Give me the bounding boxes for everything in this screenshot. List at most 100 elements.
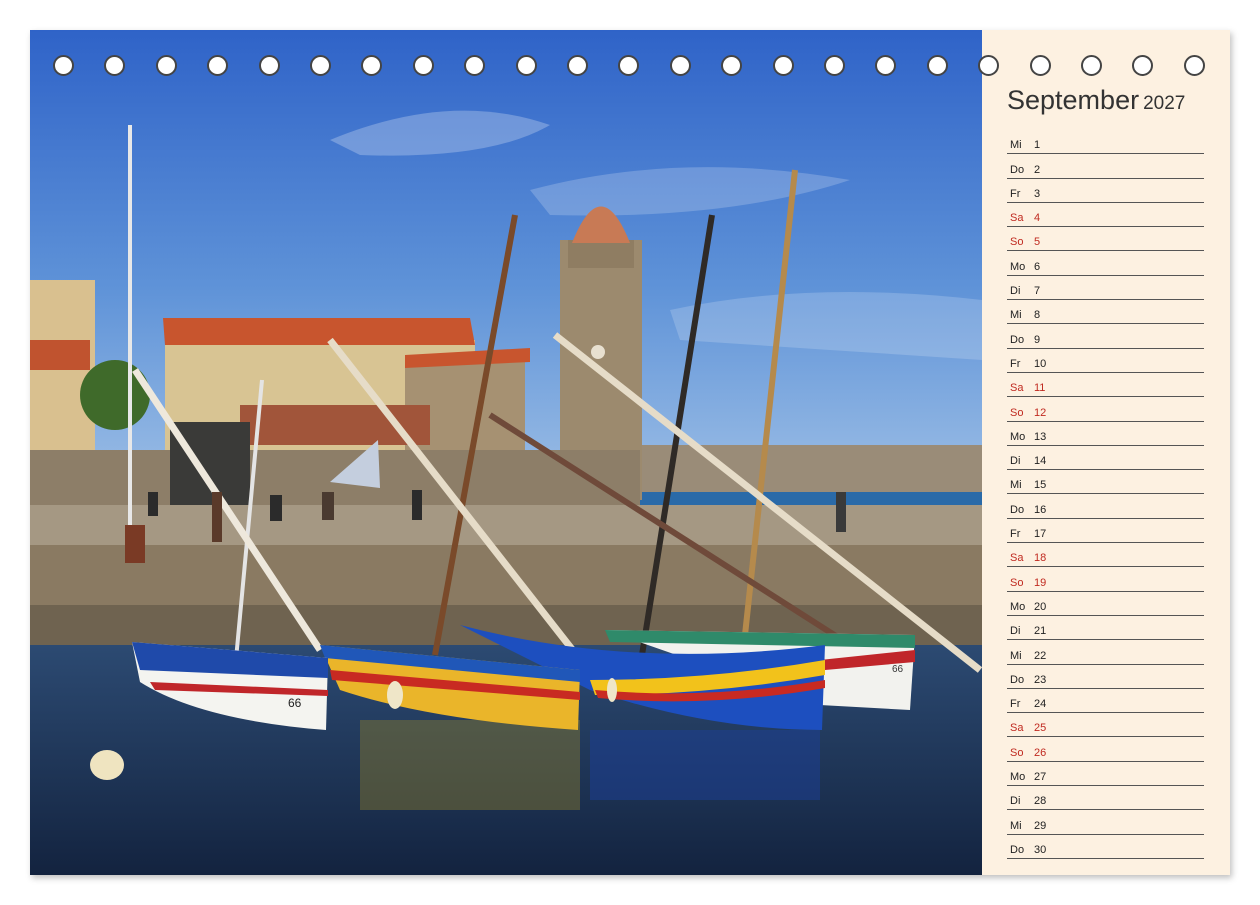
day-number: 9 (1034, 333, 1041, 346)
weekday-label: Mo (1010, 260, 1026, 273)
day-number: 29 (1034, 819, 1047, 832)
day-number: 26 (1034, 746, 1047, 759)
person (270, 495, 282, 521)
day-number: 13 (1034, 430, 1047, 443)
boat-number-white: 66 (288, 696, 302, 710)
weekday-label: Do (1010, 503, 1025, 516)
calendar-panel: September 2027 Mi 1 Do 2 Fr 3 Sa 4 So 5 Mo 6 Di 7 Mi 8 Do… (982, 30, 1230, 875)
day-number: 6 (1034, 260, 1041, 273)
day-row: Mi 1 (1007, 130, 1204, 155)
calendar-sheet: 66 66 September 2027 Mi 1 Do 2 Fr 3 Sa 4 So 5 Mo 6 Di… (30, 30, 1230, 875)
person (836, 492, 846, 532)
weekday-label: Do (1010, 163, 1025, 176)
day-number: 28 (1034, 795, 1047, 808)
weekday-label: Sa (1010, 722, 1024, 735)
weekday-label: Di (1010, 455, 1021, 468)
day-number: 22 (1034, 649, 1047, 662)
day-row: So 26 (1007, 737, 1204, 762)
day-row: Di 28 (1007, 786, 1204, 811)
day-row: Sa 25 (1007, 713, 1204, 738)
month-title: September 2027 (1007, 85, 1185, 116)
buoy (90, 750, 124, 780)
harbor-illustration: 66 66 (30, 30, 982, 875)
weekday-label: Mo (1010, 600, 1026, 613)
day-number: 5 (1034, 236, 1041, 249)
day-number: 2 (1034, 163, 1041, 176)
reflection-yellow (360, 720, 580, 810)
weekday-label: Mi (1010, 139, 1022, 152)
day-number: 12 (1034, 406, 1047, 419)
tower-clock (591, 345, 605, 359)
day-row: Sa 11 (1007, 373, 1204, 398)
day-number: 21 (1034, 625, 1047, 638)
weekday-label: Fr (1010, 187, 1021, 200)
day-row: Fr 3 (1007, 179, 1204, 203)
day-row: So 12 (1007, 397, 1204, 422)
day-number: 4 (1034, 212, 1041, 225)
weekday-label: Sa (1010, 382, 1024, 395)
day-number: 20 (1034, 600, 1047, 613)
year: 2027 (1143, 93, 1186, 114)
weekday-label: Mi (1010, 819, 1022, 832)
day-number: 23 (1034, 673, 1047, 686)
weekday-label: Di (1010, 285, 1021, 298)
day-number: 27 (1034, 771, 1047, 784)
day-row: Mo 13 (1007, 422, 1204, 446)
weekday-label: Do (1010, 333, 1025, 346)
weekday-label: Fr (1010, 357, 1021, 370)
day-number: 11 (1034, 382, 1046, 395)
boat-number-green: 66 (892, 664, 904, 675)
day-number: 7 (1034, 285, 1041, 298)
day-number: 30 (1034, 843, 1047, 856)
day-row: So 5 (1007, 227, 1204, 252)
weekday-label: Di (1010, 625, 1021, 638)
weekday-label: Mi (1010, 479, 1022, 492)
day-row: Mo 27 (1007, 762, 1204, 787)
day-row: Mi 8 (1007, 300, 1204, 325)
day-number: 3 (1034, 187, 1041, 200)
day-list: Mi 1 Do 2 Fr 3 Sa 4 So 5 Mo 6 Di 7 Mi 8 Do 9 Fr 10 Sa 11 So 12 M… (1007, 130, 1204, 859)
person (322, 492, 334, 520)
day-row: Sa 18 (1007, 543, 1204, 568)
day-number: 14 (1034, 455, 1047, 468)
day-number: 17 (1034, 528, 1047, 541)
tower-top (568, 240, 634, 268)
flagpole (128, 125, 132, 525)
weekday-label: Mo (1010, 771, 1026, 784)
day-number: 16 (1034, 503, 1047, 516)
fender (387, 681, 403, 709)
day-number: 1 (1034, 139, 1041, 152)
month-name: September (1007, 85, 1140, 115)
church-roof (163, 318, 475, 345)
weekday-label: So (1010, 746, 1024, 759)
sea-wall (640, 445, 982, 495)
weekday-label: Sa (1010, 552, 1024, 565)
day-row: Sa 4 (1007, 203, 1204, 228)
day-row: Fr 10 (1007, 349, 1204, 373)
fender (607, 678, 617, 702)
day-number: 15 (1034, 479, 1047, 492)
day-row: Di 21 (1007, 616, 1204, 641)
day-row: Fr 17 (1007, 519, 1204, 544)
day-row: Do 9 (1007, 324, 1204, 349)
day-row: Mo 6 (1007, 251, 1204, 276)
weekday-label: So (1010, 236, 1024, 249)
day-row: So 19 (1007, 567, 1204, 592)
bollard (125, 525, 145, 563)
day-row: Mi 15 (1007, 470, 1204, 495)
day-row: Mi 29 (1007, 810, 1204, 835)
weekday-label: Sa (1010, 212, 1024, 225)
weekday-label: Do (1010, 843, 1025, 856)
weekday-label: Fr (1010, 698, 1021, 711)
weekday-label: So (1010, 576, 1024, 589)
weekday-label: Fr (1010, 528, 1021, 541)
weekday-label: Di (1010, 795, 1021, 808)
weekday-label: Mi (1010, 309, 1022, 322)
person (212, 492, 222, 542)
day-number: 8 (1034, 309, 1041, 322)
day-row: Do 30 (1007, 835, 1204, 859)
harbor-photo: 66 66 (30, 30, 982, 875)
day-row: Fr 24 (1007, 689, 1204, 714)
weekday-label: So (1010, 406, 1024, 419)
day-number: 19 (1034, 576, 1047, 589)
